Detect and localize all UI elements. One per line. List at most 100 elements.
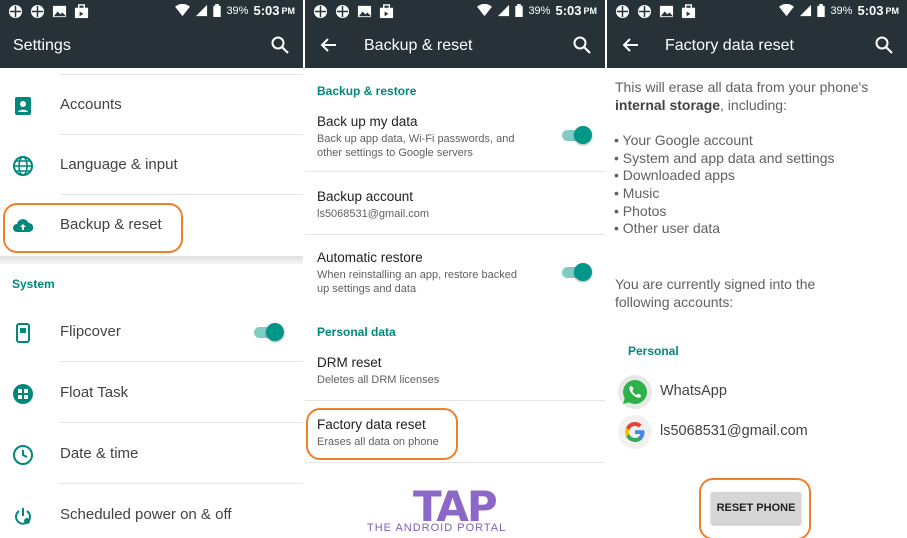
clock-ampm: PM xyxy=(885,5,900,16)
search-icon[interactable] xyxy=(875,36,893,54)
notification-icon xyxy=(313,4,328,19)
globe-icon xyxy=(13,156,33,176)
item-summary: Deletes all DRM licenses xyxy=(317,374,440,386)
settings-item-flipcover[interactable]: Flipcover xyxy=(0,302,303,362)
highlight-factory-data-reset xyxy=(306,408,458,460)
account-box-icon xyxy=(15,97,31,115)
erase-list-item: • Your Google account xyxy=(614,132,753,148)
internal-storage-label: internal storage xyxy=(615,96,721,113)
wifi-icon xyxy=(477,4,493,17)
account-label: WhatsApp xyxy=(660,383,727,399)
factory-reset-screen: 39% 5:03 PM Factory data reset This will… xyxy=(607,0,907,538)
section-header-backup-restore: Backup & restore xyxy=(317,84,417,98)
clock-ampm: PM xyxy=(281,5,296,16)
item-title: DRM reset xyxy=(317,355,382,370)
account-google: ls5068531@gmail.com xyxy=(615,412,905,452)
float-task-icon xyxy=(13,384,33,404)
shop-icon xyxy=(379,4,394,19)
shop-icon xyxy=(681,4,696,19)
status-bar: 39% 5:03 PM xyxy=(0,0,303,24)
app-bar: Factory data reset xyxy=(607,24,907,68)
highlight-backup-reset xyxy=(3,203,183,253)
battery-percent: 39% xyxy=(226,4,249,17)
google-icon xyxy=(618,415,652,449)
automatic-restore-toggle[interactable] xyxy=(560,263,592,281)
section-header-system: System xyxy=(12,277,55,291)
settings-item-label: Accounts xyxy=(60,96,122,113)
image-icon xyxy=(357,5,372,18)
settings-item-label: Scheduled power on & off xyxy=(60,506,232,523)
item-summary: ls5068531@gmail.com xyxy=(317,208,430,220)
erase-list-item: • Other user data xyxy=(614,220,721,236)
settings-item-label: Language & input xyxy=(60,156,178,173)
power-icon xyxy=(15,508,31,525)
settings-item-language[interactable]: Language & input xyxy=(0,135,303,195)
page-title: Backup & reset xyxy=(364,37,473,54)
settings-item-date-time[interactable]: Date & time xyxy=(0,424,303,484)
divider xyxy=(305,462,605,463)
settings-item-accounts[interactable]: Accounts xyxy=(0,75,303,135)
settings-item-label: Flipcover xyxy=(60,323,121,340)
erase-list-item: • System and app data and settings xyxy=(614,150,835,166)
highlight-reset-phone xyxy=(699,478,811,538)
flipcover-icon xyxy=(16,323,30,343)
signed-in-text: You are currently signed into the follow… xyxy=(615,276,816,310)
clock-icon xyxy=(13,445,33,465)
shop-icon xyxy=(74,4,89,19)
item-summary: When reinstalling an app, restore backed xyxy=(317,269,517,281)
warning-text: This will erase all data from your phone… xyxy=(615,79,869,113)
the-android-portal-logo: TAP THE ANDROID PORTAL xyxy=(361,480,551,538)
backup-my-data-toggle[interactable] xyxy=(560,126,592,144)
search-icon[interactable] xyxy=(573,36,591,54)
search-icon[interactable] xyxy=(271,36,289,54)
signal-icon xyxy=(196,4,208,17)
battery-percent: 39% xyxy=(528,4,551,17)
item-title: Backup account xyxy=(317,189,414,204)
clock-ampm: PM xyxy=(583,5,598,16)
settings-item-float-task[interactable]: Float Task xyxy=(0,363,303,423)
clock: 5:03 xyxy=(857,3,884,18)
status-bar: 39% 5:03 PM xyxy=(607,0,907,24)
item-summary: Back up app data, Wi-Fi passwords, and xyxy=(317,133,515,145)
divider xyxy=(305,171,605,172)
signal-icon xyxy=(800,4,812,17)
back-arrow-icon[interactable] xyxy=(319,36,337,54)
settings-item-label: Date & time xyxy=(60,445,139,462)
battery-icon xyxy=(515,4,524,17)
backup-account-item[interactable]: Backup account ls5068531@gmail.com xyxy=(305,180,605,230)
wifi-icon xyxy=(779,4,795,17)
automatic-restore-item[interactable]: Automatic restore When reinstalling an a… xyxy=(305,241,605,301)
section-header-personal: Personal xyxy=(628,344,679,358)
section-header-personal-data: Personal data xyxy=(317,325,396,339)
flipcover-toggle[interactable] xyxy=(252,323,284,341)
divider xyxy=(305,234,605,235)
erase-list-item: • Photos xyxy=(614,203,667,219)
notification-icon xyxy=(30,4,45,19)
divider xyxy=(305,400,605,401)
account-whatsapp: WhatsApp xyxy=(615,372,905,412)
app-bar: Settings xyxy=(0,24,303,68)
clock: 5:03 xyxy=(555,3,582,18)
drm-reset-item[interactable]: DRM reset Deletes all DRM licenses xyxy=(305,346,605,396)
back-arrow-icon[interactable] xyxy=(621,36,639,54)
settings-screen: 39% 5:03 PM Settings Accounts Language &… xyxy=(0,0,303,538)
signal-icon xyxy=(498,4,510,17)
account-label: ls5068531@gmail.com xyxy=(660,423,808,439)
clock: 5:03 xyxy=(253,3,280,18)
logo-text: THE ANDROID PORTAL xyxy=(367,522,507,534)
notification-icon xyxy=(615,4,630,19)
notification-icon xyxy=(8,4,23,19)
battery-icon xyxy=(817,4,826,17)
item-summary: up settings and data xyxy=(317,283,417,295)
page-title: Factory data reset xyxy=(665,37,794,54)
settings-item-scheduled-power[interactable]: Scheduled power on & off xyxy=(0,485,303,538)
wifi-icon xyxy=(175,4,191,17)
item-title: Back up my data xyxy=(317,114,418,129)
backup-my-data-item[interactable]: Back up my data Back up app data, Wi-Fi … xyxy=(305,104,605,166)
image-icon xyxy=(659,5,674,18)
section-separator xyxy=(0,256,303,264)
app-bar: Backup & reset xyxy=(305,24,605,68)
whatsapp-icon xyxy=(618,375,652,409)
image-icon xyxy=(52,5,67,18)
backup-reset-screen: 39% 5:03 PM Backup & reset Backup & rest… xyxy=(305,0,605,538)
